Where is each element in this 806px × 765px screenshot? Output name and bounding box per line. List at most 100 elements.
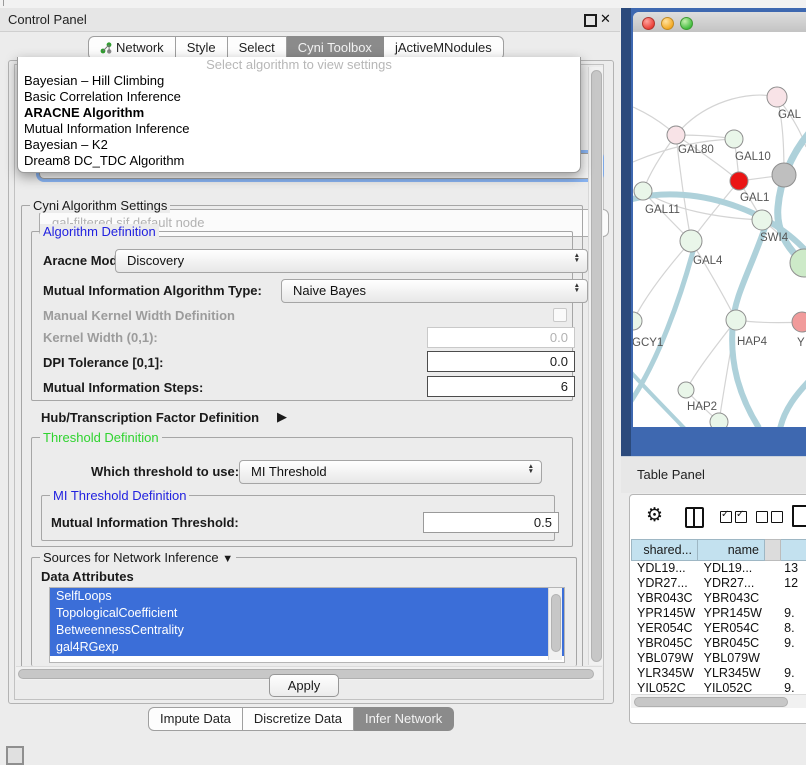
export-table-icon[interactable] [792,505,806,527]
which-threshold-value: MI Threshold [251,464,327,479]
column-header-shared-name[interactable]: shared... [631,539,698,561]
table-cell: 8. [780,621,806,636]
tab-label: Network [116,40,164,55]
mi-type-combobox[interactable]: Naive Bayes ▲▼ [281,279,588,303]
manual-kernel-checkbox[interactable] [553,308,567,322]
table-header-row: shared... name [631,539,806,561]
table-row[interactable]: YPR145WYPR145W9. [631,606,806,621]
network-node-gal80[interactable] [667,126,685,144]
table-row[interactable]: YER054CYER054C8. [631,621,806,636]
algorithm-option[interactable]: Mutual Information Inference [18,121,580,137]
table-row[interactable]: YBR043CYBR043C [631,591,806,606]
network-node-hap2[interactable] [678,382,694,398]
table-row[interactable]: YLR345WYLR345W9. [631,666,806,681]
network-node-gcy1[interactable] [633,312,642,330]
float-panel-icon[interactable] [6,746,24,765]
network-node-swi4[interactable] [752,210,772,230]
data-attribute-item[interactable]: BetweennessCentrality [50,622,564,639]
apply-button[interactable]: Apply [269,674,339,697]
column-header-partial[interactable] [781,539,806,561]
algorithm-option[interactable]: ARACNE Algorithm [18,105,580,121]
column-header-filler [765,539,781,561]
network-canvas[interactable]: GALGAL80GAL10GAL1GAL11SWI4GAL4GCY1HAP4YH… [633,32,806,427]
attr-list-scroll-thumb[interactable] [551,594,561,652]
table-cell: YLR345W [698,666,765,681]
mi-steps-field[interactable]: 6 [427,376,575,397]
combo-arrows-icon: ▲▼ [574,283,580,293]
table-row[interactable]: YIL052CYIL052C9. [631,681,806,694]
table-cell: 9. [780,636,806,651]
cyni-settings-title: Cyni Algorithm Settings [30,198,170,213]
dpi-tolerance-field[interactable]: 0.0 [427,351,575,372]
table-row[interactable]: YDL19...YDL19...13 [631,561,806,576]
table-cell [764,606,780,621]
minimize-traffic-light-icon[interactable] [661,17,674,30]
algorithm-option[interactable]: Bayesian – Hill Climbing [18,73,580,89]
network-node-gal4[interactable] [680,230,702,252]
network-node-hap4[interactable] [726,310,746,330]
settings-scroll-thumb[interactable] [591,70,602,662]
algorithm-option[interactable]: Basic Correlation Inference [18,89,580,105]
network-node[interactable] [772,163,796,187]
table-row[interactable]: YDR27...YDR27...12 [631,576,806,591]
table-cell: 9. [780,606,806,621]
aracne-mode-value: Discovery [127,253,184,268]
float-window-icon[interactable] [584,14,597,27]
column-header-name[interactable]: name [698,539,765,561]
table-cell [764,591,780,606]
tab-infer-network[interactable]: Infer Network [354,707,454,731]
network-icon [100,42,112,54]
panel-title: Control Panel [8,12,87,27]
network-node-label: GAL11 [645,204,680,216]
tab-discretize-data[interactable]: Discretize Data [243,707,354,731]
hub-section-toggle[interactable]: Hub/Transcription Factor Definition [41,410,259,425]
settings-gear-icon[interactable]: ⚙ [646,504,663,527]
data-attribute-item[interactable]: TopologicalCoefficient [50,605,564,622]
zoom-traffic-light-icon[interactable] [680,17,693,30]
network-window-titlebar[interactable] [633,12,806,33]
settings-scrollbar[interactable] [588,67,603,665]
close-traffic-light-icon[interactable] [642,17,655,30]
kernel-width-label: Kernel Width (0,1): [43,330,158,345]
mi-type-value: Naive Bayes [293,283,366,298]
table-row[interactable]: YBL079WYBL079W [631,651,806,666]
control-panel-titlebar: Control Panel ✕ [0,8,620,32]
tab-label: Cyni Toolbox [298,40,372,55]
table-cell: YBL079W [631,651,698,666]
table-row[interactable]: YBR045CYBR045C9. [631,636,806,651]
table-cell: YDR27... [698,576,765,591]
mi-threshold-field[interactable]: 0.5 [423,512,559,533]
data-attribute-item[interactable]: SelfLoops [50,588,564,605]
show-unchecked-icon[interactable] [756,511,786,526]
table-hscrollbar[interactable] [631,694,806,708]
data-attribute-item[interactable]: gal4RGexp [50,639,564,656]
network-node-gal[interactable] [767,87,787,107]
table-cell: YBR043C [698,591,765,606]
aracne-mode-combobox[interactable]: Discovery ▲▼ [115,249,588,273]
chevron-down-icon[interactable]: ▼ [222,553,233,565]
network-node[interactable] [710,413,728,427]
data-attributes-list: SelfLoopsTopologicalCoefficientBetweenne… [49,587,565,663]
network-node-gal10[interactable] [725,130,743,148]
attr-list-scrollbar[interactable] [548,588,562,660]
network-node-y[interactable] [792,312,806,332]
network-node-label: GCY1 [633,337,663,349]
table-cell: YBL079W [698,651,765,666]
tab-label: Discretize Data [254,711,342,726]
network-window[interactable]: GALGAL80GAL10GAL1GAL11SWI4GAL4GCY1HAP4YH… [633,12,806,427]
chevron-right-icon[interactable]: ▶ [277,409,287,425]
algorithm-option[interactable]: Bayesian – K2 [18,137,580,153]
split-columns-icon[interactable] [685,507,704,528]
kernel-width-field[interactable]: 0.0 [427,327,575,348]
which-threshold-combobox[interactable]: MI Threshold ▲▼ [239,460,542,484]
table-panel: ⚙ shared... name YDL19...YDL19...13YDR27… [629,494,806,724]
algorithm-dropdown-popup: Select algorithm to view settings Bayesi… [17,57,581,173]
close-icon[interactable]: ✕ [600,11,611,27]
table-cell: YPR145W [631,606,698,621]
tab-impute-data[interactable]: Impute Data [148,707,243,731]
algorithm-option[interactable]: Dream8 DC_TDC Algorithm [18,153,580,169]
table-hscroll-thumb[interactable] [634,697,788,707]
network-node-gal11[interactable] [634,182,652,200]
show-checked-icon[interactable] [720,511,750,526]
network-node-gal1[interactable] [730,172,748,190]
